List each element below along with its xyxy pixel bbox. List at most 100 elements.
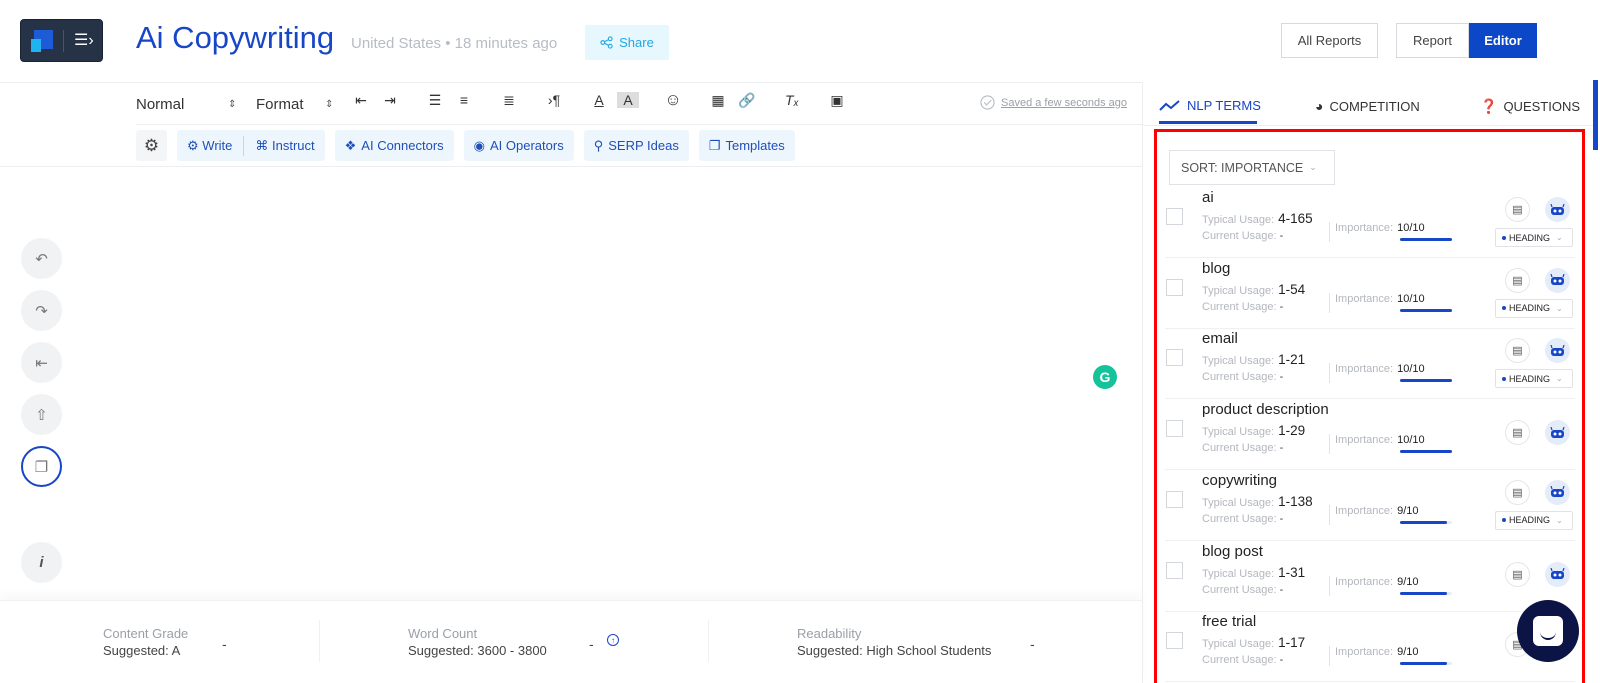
- video-icon[interactable]: ▦: [707, 92, 729, 109]
- scrollbar[interactable]: [1593, 80, 1598, 150]
- trend-icon: [1159, 99, 1180, 111]
- tab-questions[interactable]: ❓ QUESTIONS: [1480, 98, 1580, 115]
- chat-launcher[interactable]: [1517, 600, 1579, 662]
- import-button[interactable]: ⇤: [21, 342, 62, 383]
- serp-ideas-button[interactable]: ⚲ SERP Ideas: [583, 130, 689, 161]
- ai-bot-button[interactable]: [1545, 561, 1570, 587]
- heading-dropdown[interactable]: HEADING ⌄: [1495, 298, 1573, 318]
- sort-dropdown[interactable]: SORT: IMPORTANCE ⌄: [1169, 150, 1335, 185]
- indent-icon[interactable]: ⇥: [379, 92, 401, 109]
- comment-button[interactable]: ▤: [1505, 338, 1530, 364]
- heading-dropdown[interactable]: HEADING ⌄: [1495, 369, 1573, 389]
- info-button[interactable]: i: [21, 542, 62, 583]
- link-icon[interactable]: 🔗: [736, 92, 758, 109]
- current-usage-label: Current Usage:: [1202, 371, 1277, 384]
- ai-bot-button[interactable]: [1545, 420, 1570, 446]
- write-button[interactable]: ⚙ Write: [187, 138, 232, 154]
- term-name: blog: [1202, 259, 1231, 277]
- redo-button[interactable]: ↷: [21, 290, 62, 331]
- share-button[interactable]: Share: [585, 25, 669, 60]
- robot-icon: [1550, 426, 1565, 438]
- text-color-icon[interactable]: A: [588, 92, 610, 108]
- report-time: 18 minutes ago: [454, 35, 558, 52]
- comment-button[interactable]: ▤: [1505, 420, 1530, 446]
- saved-text[interactable]: Saved a few seconds ago: [1001, 97, 1127, 109]
- current-usage-value: -: [1279, 442, 1284, 455]
- term-checkbox[interactable]: [1166, 490, 1183, 508]
- readability-suggested: Suggested: High School Students: [797, 643, 992, 658]
- clipboard-icon: ❐: [34, 458, 49, 476]
- typical-usage-label: Typical Usage:: [1202, 355, 1275, 368]
- grammarly-icon[interactable]: G: [1093, 365, 1117, 389]
- app-logo-menu[interactable]: ☰›: [20, 19, 103, 62]
- ai-bot-button[interactable]: [1545, 267, 1570, 293]
- term-checkbox[interactable]: [1166, 632, 1183, 650]
- instruct-button[interactable]: ⌘ Instruct: [255, 138, 314, 154]
- undo-button[interactable]: ↶: [21, 238, 62, 279]
- style-select[interactable]: Normal ⇕: [136, 96, 256, 113]
- active-tab-indicator: [1159, 121, 1257, 124]
- ai-bot-button[interactable]: [1545, 197, 1570, 222]
- ai-bot-button[interactable]: [1545, 479, 1570, 505]
- report-button[interactable]: Report: [1396, 23, 1469, 58]
- term-row: ai Typical Usage: 4-165 Current Usage: - I…: [1165, 186, 1575, 258]
- command-icon: ⌘: [255, 137, 269, 153]
- templates-button[interactable]: ❐ Templates: [698, 130, 795, 161]
- word-count-suggested: Suggested: 3600 - 3800: [408, 643, 547, 658]
- heading-dropdown[interactable]: HEADING ⌄: [1495, 510, 1573, 530]
- chat-icon: [1533, 616, 1563, 646]
- align-icon[interactable]: ≣: [498, 92, 520, 109]
- ordered-list-icon[interactable]: ☰: [424, 92, 446, 109]
- comment-icon: ▤: [1512, 486, 1523, 499]
- term-checkbox[interactable]: [1166, 278, 1183, 296]
- comment-button[interactable]: ▤: [1505, 479, 1530, 505]
- copy-button[interactable]: ❐: [21, 446, 62, 487]
- chevron-down-icon: ⌄: [1556, 374, 1563, 384]
- info-circle-icon[interactable]: ↑: [607, 634, 619, 646]
- clear-format-icon[interactable]: Tₓ: [781, 92, 803, 108]
- importance-label: Importance:: [1335, 222, 1394, 234]
- term-checkbox[interactable]: [1166, 349, 1183, 367]
- tab-competition[interactable]: ◕ COMPETITION: [1315, 98, 1420, 114]
- ai-operators-label: AI Operators: [490, 138, 564, 153]
- tab-nlp-terms[interactable]: NLP TERMS: [1159, 98, 1261, 113]
- emoji-icon[interactable]: ☺: [662, 90, 684, 110]
- questions-icon: ❓: [1480, 98, 1498, 114]
- term-name: email: [1202, 330, 1238, 348]
- settings-button[interactable]: ⚙: [136, 130, 167, 161]
- all-reports-button[interactable]: All Reports: [1281, 23, 1378, 58]
- typical-usage-label: Typical Usage:: [1202, 284, 1275, 297]
- page-title: Ai Copywriting: [136, 20, 335, 55]
- current-usage-label: Current Usage:: [1202, 654, 1277, 667]
- term-row: free trial Typical Usage: 1-17 Current Us…: [1165, 610, 1575, 683]
- export-button[interactable]: ⇧: [21, 394, 62, 435]
- text-direction-icon[interactable]: ›¶: [543, 92, 565, 108]
- format-select[interactable]: Format ⇕: [256, 96, 346, 113]
- ai-connectors-button[interactable]: ❖ AI Connectors: [334, 130, 454, 161]
- term-checkbox[interactable]: [1166, 561, 1183, 579]
- current-usage: Current Usage: -: [1202, 513, 1283, 525]
- content-grade-suggested: Suggested: A: [103, 643, 181, 658]
- background-color-icon[interactable]: A: [617, 92, 639, 108]
- current-usage-value: -: [1279, 512, 1284, 525]
- current-usage-label: Current Usage:: [1202, 583, 1277, 596]
- report-meta: United States • 18 minutes ago: [351, 35, 557, 52]
- current-usage-label: Current Usage:: [1202, 512, 1277, 525]
- ai-operators-button[interactable]: ◉ AI Operators: [463, 130, 574, 161]
- term-checkbox[interactable]: [1166, 208, 1183, 225]
- info-icon: i: [39, 554, 44, 571]
- heading-dropdown[interactable]: HEADING ⌄: [1495, 228, 1573, 247]
- comment-button[interactable]: ▤: [1505, 561, 1530, 587]
- image-icon[interactable]: ▣: [826, 92, 848, 109]
- comment-button[interactable]: ▤: [1505, 197, 1530, 222]
- bullet-list-icon[interactable]: ≡: [453, 92, 475, 108]
- divider: [136, 124, 1142, 125]
- comment-button[interactable]: ▤: [1505, 267, 1530, 293]
- format-select-value: Format: [256, 95, 304, 113]
- editor-button[interactable]: Editor: [1469, 23, 1537, 58]
- term-checkbox[interactable]: [1166, 420, 1183, 438]
- editor-content[interactable]: [136, 170, 1126, 595]
- outdent-icon[interactable]: ⇤: [350, 92, 372, 109]
- ai-bot-button[interactable]: [1545, 338, 1570, 364]
- importance-value: 10/10: [1397, 292, 1425, 305]
